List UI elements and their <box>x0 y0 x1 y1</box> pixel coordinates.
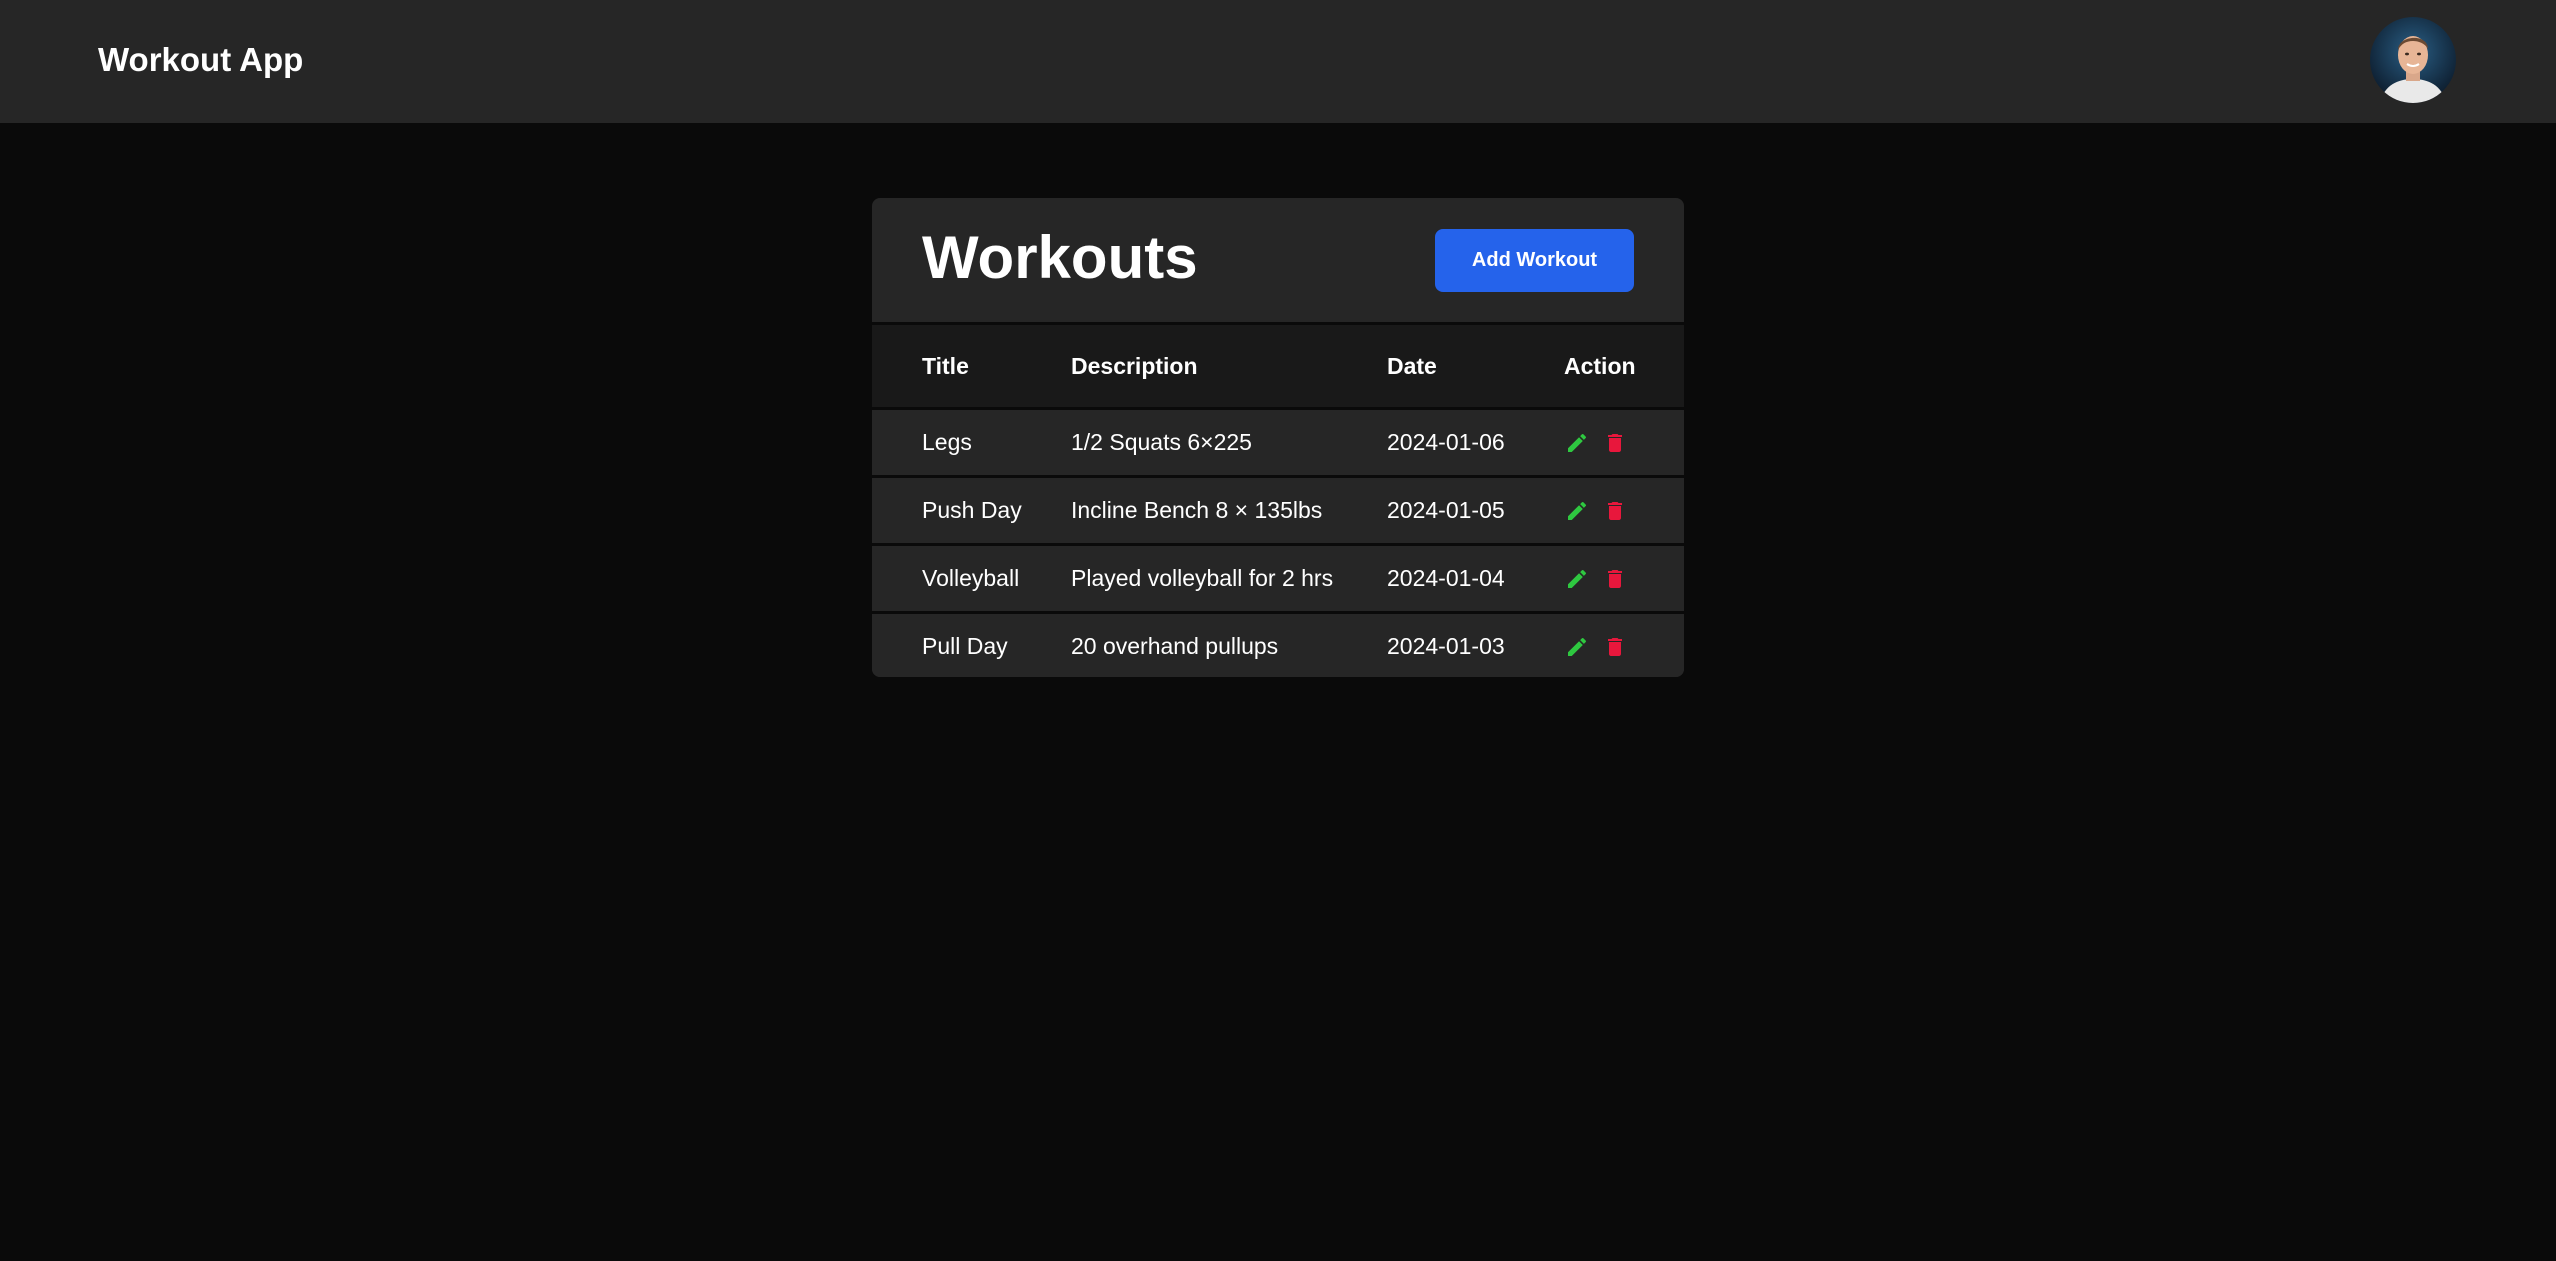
pencil-icon[interactable] <box>1564 566 1590 592</box>
cell-date: 2024-01-06 <box>1387 429 1505 455</box>
card-header: Workouts Add Workout <box>872 198 1684 322</box>
avatar-image <box>2370 17 2456 103</box>
workouts-table: Title Description Date Action Legs 1/2 S… <box>872 322 1684 677</box>
row-actions <box>1564 546 1628 611</box>
table-row: Legs 1/2 Squats 6×225 2024-01-06 <box>872 410 1684 475</box>
pencil-icon[interactable] <box>1564 498 1590 524</box>
cell-title: Push Day <box>922 497 1022 523</box>
trash-icon[interactable] <box>1602 566 1628 592</box>
table-row: Pull Day 20 overhand pullups 2024-01-03 <box>872 614 1684 677</box>
cell-title: Volleyball <box>922 565 1020 591</box>
row-actions <box>1564 410 1628 475</box>
trash-icon[interactable] <box>1602 498 1628 524</box>
column-header-description: Description <box>1071 352 1198 379</box>
table-row: Volleyball Played volleyball for 2 hrs 2… <box>872 546 1684 611</box>
pencil-icon[interactable] <box>1564 634 1590 660</box>
cell-description: 20 overhand pullups <box>1071 633 1279 659</box>
column-header-action: Action <box>1564 352 1636 379</box>
cell-description: Incline Bench 8 × 135lbs <box>1071 497 1323 523</box>
cell-date: 2024-01-03 <box>1387 633 1505 659</box>
table-header-row: Title Description Date Action <box>872 325 1684 407</box>
add-workout-button[interactable]: Add Workout <box>1435 229 1634 292</box>
app-title[interactable]: Workout App <box>98 38 303 82</box>
row-actions <box>1564 478 1628 543</box>
page-title: Workouts <box>922 224 1198 291</box>
workouts-card: Workouts Add Workout Title Description D… <box>872 198 1684 677</box>
cell-description: Played volleyball for 2 hrs <box>1071 565 1334 591</box>
top-navbar: Workout App <box>0 0 2556 123</box>
cell-title: Pull Day <box>922 633 1008 659</box>
cell-date: 2024-01-05 <box>1387 497 1505 523</box>
cell-description: 1/2 Squats 6×225 <box>1071 429 1252 455</box>
trash-icon[interactable] <box>1602 634 1628 660</box>
row-actions <box>1564 614 1628 677</box>
pencil-icon[interactable] <box>1564 430 1590 456</box>
column-header-date: Date <box>1387 352 1437 379</box>
cell-title: Legs <box>922 429 972 455</box>
trash-icon[interactable] <box>1602 430 1628 456</box>
column-header-title: Title <box>922 352 969 379</box>
cell-date: 2024-01-04 <box>1387 565 1505 591</box>
table-row: Push Day Incline Bench 8 × 135lbs 2024-0… <box>872 478 1684 543</box>
user-avatar[interactable] <box>2370 17 2456 103</box>
